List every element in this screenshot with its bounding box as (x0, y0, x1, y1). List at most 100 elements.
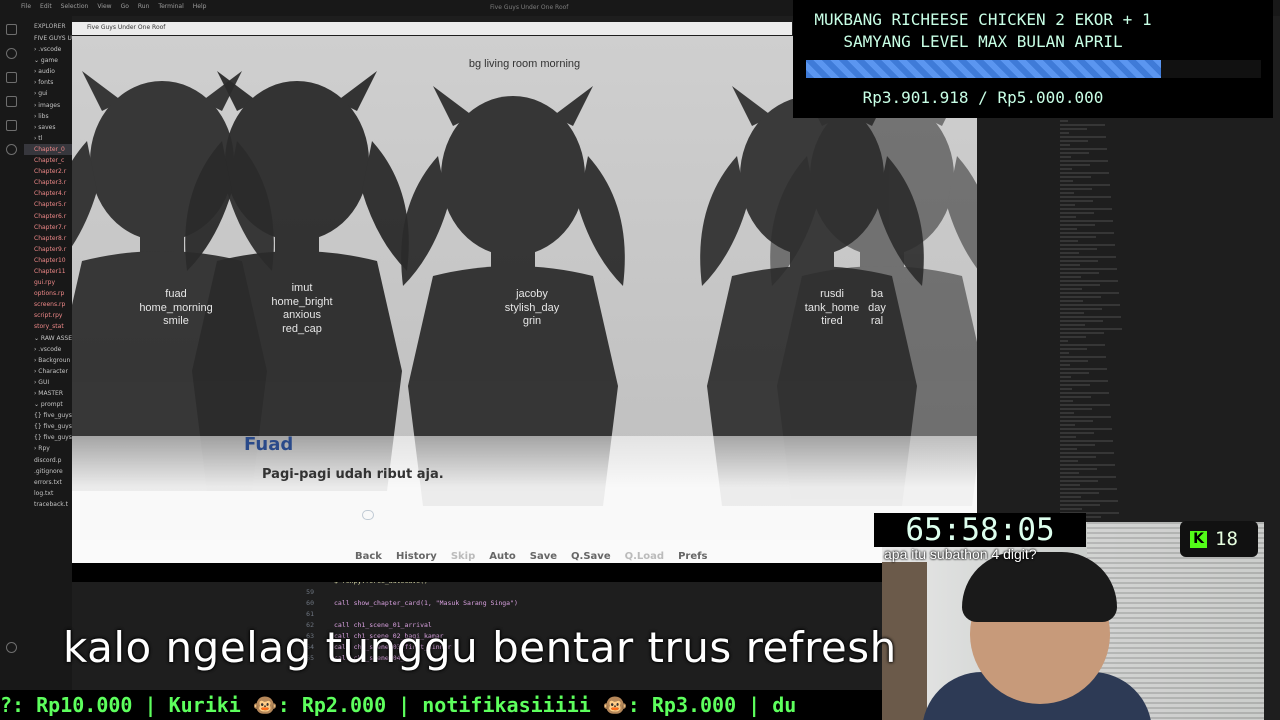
quick-menu-skip-button[interactable]: Skip (451, 551, 475, 562)
file-tree-item[interactable]: › .vscode (24, 344, 72, 355)
quick-menu-auto-button[interactable]: Auto (489, 551, 516, 562)
kick-viewer-badge: K 18 (1180, 521, 1258, 557)
file-tree-item[interactable]: Chapter5.r (24, 199, 72, 210)
file-tree-item[interactable]: › Backgroun (24, 355, 72, 366)
minimap-line (1060, 276, 1081, 278)
quick-menu-save-button[interactable]: Save (530, 551, 557, 562)
minimap-line (1060, 136, 1106, 138)
vscode-window-title: Five Guys Under One Roof (490, 4, 569, 11)
ticker-text: ?: Rp10.000 | Kuriki 🐵: Rp2.000 | notifi… (0, 693, 797, 717)
source-control-icon[interactable] (6, 72, 17, 83)
file-tree-item[interactable]: › MASTER (24, 388, 72, 399)
file-tree-item[interactable]: {} five_guys (24, 421, 72, 432)
dialogue-box[interactable] (72, 436, 977, 564)
search-icon[interactable] (6, 48, 17, 59)
quick-menu-back-button[interactable]: Back (355, 551, 382, 562)
file-tree-item[interactable]: › GUI (24, 377, 72, 388)
file-tree-item[interactable]: › audio (24, 66, 72, 77)
file-tree-item[interactable]: errors.txt (24, 477, 72, 488)
file-tree-item[interactable]: Chapter10 (24, 255, 72, 266)
minimap-line (1060, 360, 1088, 362)
minimap-line (1060, 432, 1094, 434)
file-tree-item[interactable]: › saves (24, 122, 72, 133)
file-tree-item[interactable]: options.rp (24, 288, 72, 299)
file-tree-item[interactable]: Chapter6.r (24, 211, 72, 222)
quick-menu-q-load-button[interactable]: Q.Load (625, 551, 664, 562)
file-tree-item[interactable]: {} five_guys (24, 410, 72, 421)
explorer-icon[interactable] (6, 24, 17, 35)
minimap-line (1060, 408, 1092, 410)
file-tree-item[interactable]: script.rpy (24, 310, 72, 321)
minimap-line (1060, 304, 1120, 306)
code-line: 61 (290, 609, 882, 620)
file-tree-item[interactable]: log.txt (24, 488, 72, 499)
minimap-line (1060, 356, 1106, 358)
menu-item[interactable]: Edit (40, 3, 52, 10)
file-tree-item[interactable]: ⌄ RAW ASSET (24, 333, 72, 344)
minimap-line (1060, 368, 1107, 370)
minimap-line (1060, 380, 1108, 382)
minimap-line (1060, 252, 1079, 254)
file-tree-item[interactable]: ⌄ prompt (24, 399, 72, 410)
minimap-line (1060, 248, 1097, 250)
file-tree-item[interactable]: Chapter9.r (24, 244, 72, 255)
menu-item[interactable]: View (97, 3, 111, 10)
file-tree-item[interactable]: › gui (24, 88, 72, 99)
game-letterbox-bottom (72, 563, 882, 582)
file-tree-item[interactable]: Chapter2.r (24, 166, 72, 177)
minimap-line (1060, 260, 1098, 262)
menu-item[interactable]: File (21, 3, 31, 10)
quick-menu-prefs-button[interactable]: Prefs (678, 551, 707, 562)
minimap-line (1060, 508, 1082, 510)
quick-menu-history-button[interactable]: History (396, 551, 437, 562)
menu-item[interactable]: Terminal (158, 3, 183, 10)
minimap-line (1060, 324, 1085, 326)
stream-subtitle: kalo ngelag tunggu bentar trus refresh (63, 623, 897, 672)
code-text: call show_chapter_card(1, "Masuk Sarang … (334, 599, 518, 607)
file-tree-item[interactable]: › Character (24, 366, 72, 377)
file-tree-item[interactable]: › libs (24, 111, 72, 122)
menu-item[interactable]: Selection (61, 3, 89, 10)
minimap-line (1060, 320, 1103, 322)
file-tree-item[interactable]: traceback.t (24, 499, 72, 510)
minimap-line (1060, 280, 1118, 282)
file-tree-item[interactable]: › images (24, 100, 72, 111)
copilot-icon[interactable] (6, 144, 17, 155)
character-label: fuad home_morning smile (116, 288, 236, 329)
file-tree-item[interactable]: FIVE GUYS UNDE (24, 33, 72, 44)
file-tree-item[interactable]: Chapter_0 (24, 143, 72, 156)
file-tree-item[interactable]: Chapter_c (24, 155, 72, 166)
character-label-line: home_bright (271, 295, 333, 308)
menu-item[interactable]: Help (193, 3, 207, 10)
extensions-icon[interactable] (6, 120, 17, 131)
dialogue-text: Pagi-pagi udah ribut aja. (262, 467, 444, 482)
menu-item[interactable]: Go (121, 3, 129, 10)
file-tree-item[interactable]: {} five_guys (24, 432, 72, 443)
file-tree-item[interactable]: Chapter7.r (24, 222, 72, 233)
file-tree-item[interactable]: › Rpy (24, 443, 72, 454)
file-tree-item[interactable]: › .vscode (24, 44, 72, 55)
file-tree-item[interactable]: Chapter4.r (24, 188, 72, 199)
run-debug-icon[interactable] (6, 96, 17, 107)
file-tree-item[interactable]: gui.rpy (24, 277, 72, 288)
account-icon[interactable] (6, 642, 17, 653)
file-tree-item[interactable]: screens.rp (24, 299, 72, 310)
file-tree-item[interactable]: discord.p (24, 455, 72, 466)
menu-item[interactable]: Run (138, 3, 150, 10)
file-tree-item[interactable]: ⌄ game (24, 55, 72, 66)
minimap-line (1060, 152, 1089, 154)
minimap-line (1060, 172, 1109, 174)
file-tree-item[interactable]: .gitignore (24, 466, 72, 477)
minimap-line (1060, 240, 1078, 242)
quick-menu-q-save-button[interactable]: Q.Save (571, 551, 611, 562)
file-tree-item[interactable]: story_stat (24, 321, 72, 332)
game-titlebar: Five Guys Under One Roof (72, 22, 792, 35)
file-tree-item[interactable]: › tl (24, 133, 72, 144)
file-tree-item[interactable]: Chapter3.r (24, 177, 72, 188)
file-tree-item[interactable]: Chapter11 (24, 266, 72, 277)
minimap-line (1060, 372, 1089, 374)
minimap-line (1060, 480, 1098, 482)
file-tree-item[interactable]: Chapter8.r (24, 233, 72, 244)
file-tree-item[interactable]: › fonts (24, 77, 72, 88)
minimap-line (1060, 344, 1105, 346)
